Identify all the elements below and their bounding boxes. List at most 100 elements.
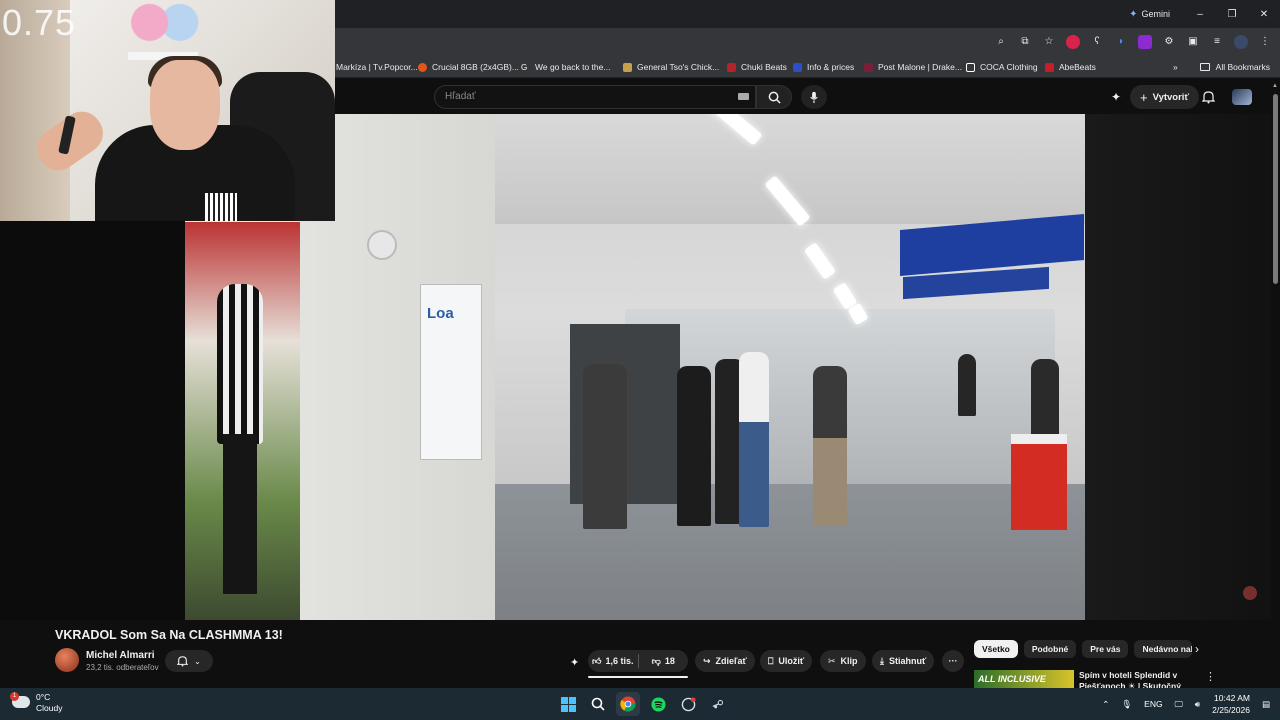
channel-avatar[interactable]	[55, 648, 79, 672]
recommended-thumbnail[interactable]: ALL INCLUSIVE	[974, 670, 1074, 688]
install-app-icon[interactable]: ⧉	[1018, 35, 1032, 49]
windows-taskbar: 1 0°C Cloudy ⌃ 🎙︎ ENG 🖵︎ 🔊︎ 10:42 AM 2/2…	[0, 688, 1280, 720]
tab-search-icon[interactable]: ▣	[1186, 35, 1200, 49]
sparkle-icon[interactable]: ✦	[570, 656, 579, 669]
windows-start-icon[interactable]	[556, 692, 580, 716]
search-icon[interactable]	[586, 692, 610, 716]
cloud-icon: 1	[10, 692, 30, 708]
bookmark-favicon-icon	[1045, 62, 1054, 72]
clip-button[interactable]: ✂ Klip	[820, 650, 866, 672]
bookmark-favicon-icon	[727, 62, 736, 72]
folder-icon	[1199, 63, 1210, 71]
bookmark-item[interactable]: AbeBeats	[1045, 56, 1096, 78]
github-desktop-icon[interactable]	[676, 692, 700, 716]
bookmark-item[interactable]: COCA Clothing	[966, 56, 1038, 78]
channel-name[interactable]: Michel Almarri	[86, 650, 155, 661]
bookmark-item[interactable]: General Tso's Chick...	[623, 56, 719, 78]
more-actions-button[interactable]: ···	[942, 650, 964, 672]
bookmark-favicon-icon	[418, 62, 427, 72]
like-button[interactable]: 👍︎ 1,6 tis.	[588, 656, 638, 667]
bookmark-item[interactable]: Info & prices	[793, 56, 854, 78]
create-button[interactable]: + Vytvoriť	[1130, 85, 1199, 109]
video-letterbox-right	[1085, 114, 1280, 620]
chevron-down-icon: ⌄	[194, 656, 201, 666]
browser-menu-icon[interactable]: ⋮	[1258, 35, 1272, 49]
recommended-video-title[interactable]: Spím v hoteli Splendid v Piešťanoch ☀ | …	[1079, 670, 1189, 688]
restore-button[interactable]: ❐	[1216, 0, 1248, 28]
microphone-icon[interactable]: 🎙︎	[1121, 699, 1132, 710]
extensions-puzzle-icon[interactable]: ⚙	[1162, 35, 1176, 49]
clock[interactable]: 10:42 AM 2/25/2026	[1212, 692, 1250, 716]
notifications-bell-icon[interactable]	[1200, 89, 1216, 105]
chip-recently-uploaded[interactable]: Nedávno nahr...	[1134, 640, 1193, 658]
bookmark-item[interactable]: Crucial 8GB (2x4GB)...	[418, 56, 519, 78]
bookmark-favicon-icon	[966, 62, 975, 72]
volume-icon[interactable]: 🔊︎	[1195, 699, 1200, 710]
chip-for-you[interactable]: Pre vás	[1082, 640, 1129, 658]
extension-icon[interactable]	[1138, 35, 1152, 49]
share-icon: ↪	[703, 655, 711, 666]
download-button[interactable]: ⤓ Stiahnuť	[872, 650, 935, 672]
download-icon: ⤓	[880, 655, 884, 666]
bookmark-item[interactable]: G We go back to the...	[521, 56, 610, 78]
webcam-overlay: 0.75	[0, 0, 335, 221]
save-button[interactable]: ⎕ Uložiť	[760, 650, 813, 672]
voice-search-button[interactable]	[801, 85, 827, 109]
spotify-icon[interactable]	[646, 692, 670, 716]
dislike-button[interactable]: 👎︎ 18	[639, 656, 689, 667]
weather-widget[interactable]: 1 0°C Cloudy	[10, 692, 63, 714]
bookmark-item[interactable]: Chuki Beats	[727, 56, 787, 78]
date-text: 2/25/2026	[1212, 705, 1250, 715]
plush-toys	[128, 0, 200, 56]
notifications-icon[interactable]: ▤	[1262, 699, 1270, 710]
bookmark-item[interactable]: Markíza | Tv.Popcor...	[336, 56, 418, 78]
chrome-icon[interactable]	[616, 692, 640, 716]
minimize-button[interactable]: –	[1184, 0, 1216, 28]
extension-icon[interactable]: ◗	[1114, 35, 1128, 49]
gemini-icon: ✦	[1129, 8, 1138, 20]
thumbs-up-icon: 👍︎	[592, 655, 602, 666]
weather-temp: 0°C	[36, 692, 51, 702]
show-hidden-icons-chevron-icon[interactable]: ⌃	[1102, 699, 1109, 710]
account-avatar[interactable]	[1232, 89, 1252, 105]
network-icon[interactable]: 🖵︎	[1175, 699, 1183, 710]
profile-avatar-icon[interactable]	[1234, 35, 1248, 49]
bookmark-icon: ⎕	[768, 655, 774, 666]
language-indicator[interactable]: ENG	[1144, 699, 1162, 709]
weather-badge: 1	[10, 692, 19, 701]
gemini-button[interactable]: ✦ Gemini	[1129, 0, 1170, 28]
microphone-icon	[810, 91, 818, 103]
streamer-face	[150, 60, 220, 150]
subscribed-button[interactable]: ⌄	[165, 650, 213, 672]
reading-list-icon[interactable]: ≡	[1210, 35, 1224, 49]
bookmark-star-icon[interactable]: ☆	[1042, 35, 1056, 49]
shirt-qr-print	[205, 193, 237, 221]
search-button[interactable]	[756, 85, 792, 109]
close-button[interactable]: ✕	[1248, 0, 1280, 28]
scissors-icon: ✂	[828, 655, 836, 666]
scroll-up-icon[interactable]: ▲	[1272, 83, 1278, 89]
bell-icon	[177, 656, 189, 667]
time-text: 10:42 AM	[1214, 693, 1250, 703]
weather-desc: Cloudy	[36, 703, 63, 713]
extension-icon[interactable]: ʕ	[1090, 35, 1104, 49]
sparkle-icon[interactable]: ✦	[1108, 89, 1124, 105]
extension-icon[interactable]	[1066, 35, 1080, 49]
share-button[interactable]: ↪ Zdieľať	[695, 650, 755, 672]
chip-all[interactable]: Všetko	[974, 640, 1018, 658]
page-scrollbar[interactable]: ▲	[1271, 82, 1280, 688]
more-bookmarks-button[interactable]: »	[1173, 56, 1178, 78]
steam-icon[interactable]	[706, 692, 730, 716]
keyboard-icon[interactable]	[738, 93, 749, 100]
scrollbar-thumb[interactable]	[1273, 94, 1278, 284]
zoom-icon[interactable]: ⌕	[994, 35, 1008, 49]
search-input[interactable]: Hľadať	[434, 85, 756, 109]
chip-similar[interactable]: Podobné	[1023, 640, 1077, 658]
all-bookmarks-button[interactable]: All Bookmarks	[1199, 56, 1270, 78]
chevron-right-icon[interactable]: ›	[1195, 642, 1199, 656]
system-tray: ⌃ 🎙︎ ENG 🖵︎ 🔊︎ 10:42 AM 2/25/2026 ▤	[1102, 688, 1270, 720]
floating-widget-icon[interactable]	[1243, 586, 1257, 600]
wall-clock	[367, 230, 397, 260]
kebab-menu-icon[interactable]: ⋮	[1205, 670, 1216, 683]
bookmark-item[interactable]: Post Malone | Drake...	[864, 56, 962, 78]
